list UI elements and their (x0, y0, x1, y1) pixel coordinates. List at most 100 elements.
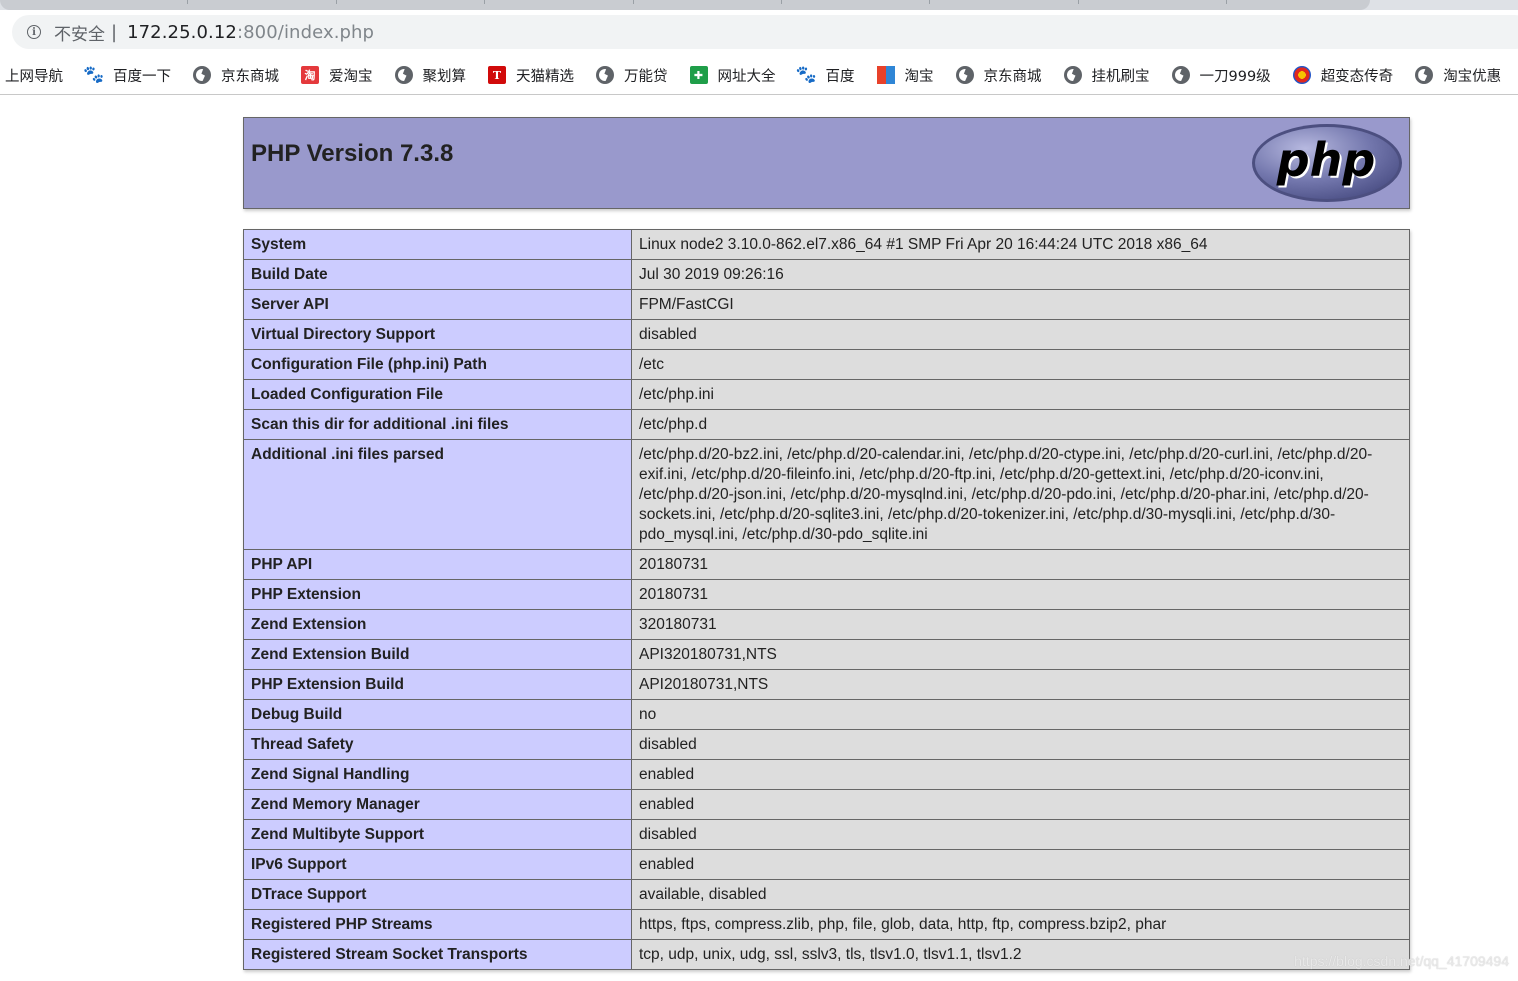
bookmark-label: 挂机刷宝 (1091, 68, 1150, 85)
row-value: no (631, 699, 1410, 730)
site-info-icon[interactable]: i (27, 25, 41, 39)
bookmark-label: 上网导航 (5, 68, 63, 85)
row-value: Linux node2 3.10.0-862.el7.x86_64 #1 SMP… (631, 229, 1410, 260)
row-value: disabled (631, 819, 1410, 850)
omnibox-divider: | (111, 21, 118, 43)
bookmark-item[interactable]: 聚划算 (394, 65, 466, 86)
row-key: System (243, 229, 632, 260)
table-row: Zend Extension 320180731 (243, 609, 1410, 640)
table-row: Zend Multibyte Support disabled (243, 819, 1410, 850)
row-key: PHP Extension Build (243, 669, 632, 700)
row-key: Zend Memory Manager (243, 789, 632, 820)
row-key: Server API (243, 289, 632, 320)
php-logo-text-shadow: php (1276, 133, 1376, 187)
bookmark-label: 网址大全 (717, 68, 776, 85)
address-bar[interactable]: i 不安全 | 172.25.0.12:800/index.php (12, 15, 1518, 49)
tab-separator (633, 0, 634, 4)
row-value: 20180731 (631, 579, 1410, 610)
tab-separator (781, 0, 782, 4)
bookmark-label: 百度一下 (113, 68, 171, 85)
row-value: 20180731 (631, 549, 1410, 580)
row-key: Registered Stream Socket Transports (243, 939, 632, 970)
bookmark-item[interactable]: ✚ 网址大全 (689, 65, 776, 86)
table-row: Debug Build no (243, 699, 1410, 730)
row-value: enabled (631, 789, 1410, 820)
row-value: API20180731,NTS (631, 669, 1410, 700)
bookmark-label: 天猫精选 (516, 68, 574, 85)
row-value: https, ftps, compress.zlib, php, file, g… (631, 909, 1410, 940)
baidu-paw-icon: 🐾 (795, 65, 818, 85)
bookmark-item[interactable]: 🐾 百度一下 (83, 65, 171, 86)
row-key: DTrace Support (243, 879, 632, 910)
table-row: IPv6 Support enabled (243, 849, 1410, 880)
row-value: disabled (631, 319, 1410, 350)
tab-separator (1078, 0, 1079, 4)
address-row: i 不安全 | 172.25.0.12:800/index.php (0, 10, 1518, 56)
bookmark-item[interactable]: 京东商城 (193, 65, 279, 86)
bookmark-label: 百度 (825, 68, 855, 85)
table-row: Build Date Jul 30 2019 09:26:16 (243, 259, 1410, 290)
row-value: enabled (631, 759, 1410, 790)
globe-icon (1171, 66, 1190, 84)
table-row: Zend Signal Handling enabled (243, 759, 1410, 790)
row-value: available, disabled (631, 879, 1410, 910)
table-row: Thread Safety disabled (243, 729, 1410, 760)
watermark: https://blog.csdn.net/qq_41709494 (1294, 953, 1509, 969)
active-tab[interactable] (0, 0, 1370, 10)
php-info-table: System Linux node2 3.10.0-862.el7.x86_64 … (243, 229, 1410, 970)
bookmark-label: 京东商城 (221, 68, 279, 85)
bookmark-item[interactable]: 淘宝优惠 (1415, 65, 1501, 86)
table-row: System Linux node2 3.10.0-862.el7.x86_64 … (243, 229, 1410, 260)
tab-separator (1226, 0, 1227, 4)
globe-icon (1063, 66, 1082, 84)
row-value: API320180731,NTS (631, 639, 1410, 670)
bookmark-item[interactable]: 上网导航 (5, 65, 63, 86)
globe-icon (394, 66, 413, 84)
table-row: Zend Memory Manager enabled (243, 789, 1410, 820)
row-value: FPM/FastCGI (631, 289, 1410, 320)
bookmark-item[interactable]: 万能贷 (596, 65, 668, 86)
row-key: Zend Signal Handling (243, 759, 632, 790)
bookmark-item[interactable]: 超变态传奇 (1292, 65, 1394, 86)
row-value: /etc/php.d/20-bz2.ini, /etc/php.d/20-cal… (631, 439, 1410, 550)
taobao-tao-icon: 淘 (301, 66, 319, 84)
bookmark-item[interactable]: 一刀999级 (1171, 65, 1271, 86)
tab-separator (484, 0, 485, 4)
row-key: Zend Extension (243, 609, 632, 640)
table-row: DTrace Support available, disabled (243, 879, 1410, 910)
tab-strip (0, 0, 1518, 10)
row-key: IPv6 Support (243, 849, 632, 880)
bookmark-item[interactable]: 淘爱淘宝 (301, 65, 373, 86)
bookmark-item[interactable]: 淘宝 (876, 65, 934, 86)
bookmark-label: 京东商城 (983, 68, 1042, 85)
bookmark-label: 淘宝 (904, 68, 934, 85)
row-key: Build Date (243, 259, 632, 290)
row-value: /etc/php.d (631, 409, 1410, 440)
table-row: Virtual Directory Support disabled (243, 319, 1410, 350)
row-key: Registered PHP Streams (243, 909, 632, 940)
bookmarks-bar: 上网导航 🐾 百度一下 京东商城 淘爱淘宝 聚划算 T 天猫精选 万能贷 ✚ 网址大全 🐾 百度 淘宝 京东… (0, 56, 1518, 95)
url-host: 172.25.0.12 (127, 21, 237, 43)
row-key: PHP API (243, 549, 632, 580)
wangzhi-icon: ✚ (689, 66, 708, 84)
bookmark-label: 淘宝优惠 (1443, 68, 1502, 85)
url-text[interactable]: 172.25.0.12:800/index.php (127, 22, 374, 43)
row-value: tcp, udp, unix, udg, ssl, sslv3, tls, tl… (631, 939, 1410, 970)
tab-separator (929, 0, 930, 4)
bookmark-item[interactable]: 🐾 百度 (795, 65, 855, 86)
bookmark-label: 万能贷 (624, 68, 668, 85)
insecure-label[interactable]: 不安全 (54, 20, 105, 45)
row-key: Zend Multibyte Support (243, 819, 632, 850)
row-key: Additional .ini files parsed (243, 439, 632, 550)
table-row: Registered Stream Socket Transports tcp, … (243, 939, 1410, 970)
globe-icon (1415, 66, 1434, 84)
table-row: Loaded Configuration File/etc/php.ini (243, 379, 1410, 410)
row-key: Thread Safety (243, 729, 632, 760)
globe-icon (193, 66, 211, 84)
table-row: Server API FPM/FastCGI (243, 289, 1410, 320)
bookmark-item[interactable]: T 天猫精选 (488, 65, 574, 86)
bookmark-item[interactable]: 挂机刷宝 (1063, 65, 1150, 86)
row-key: PHP Extension (243, 579, 632, 610)
bookmark-item[interactable]: 京东商城 (955, 65, 1042, 86)
bookmark-label: 超变态传奇 (1320, 68, 1394, 85)
